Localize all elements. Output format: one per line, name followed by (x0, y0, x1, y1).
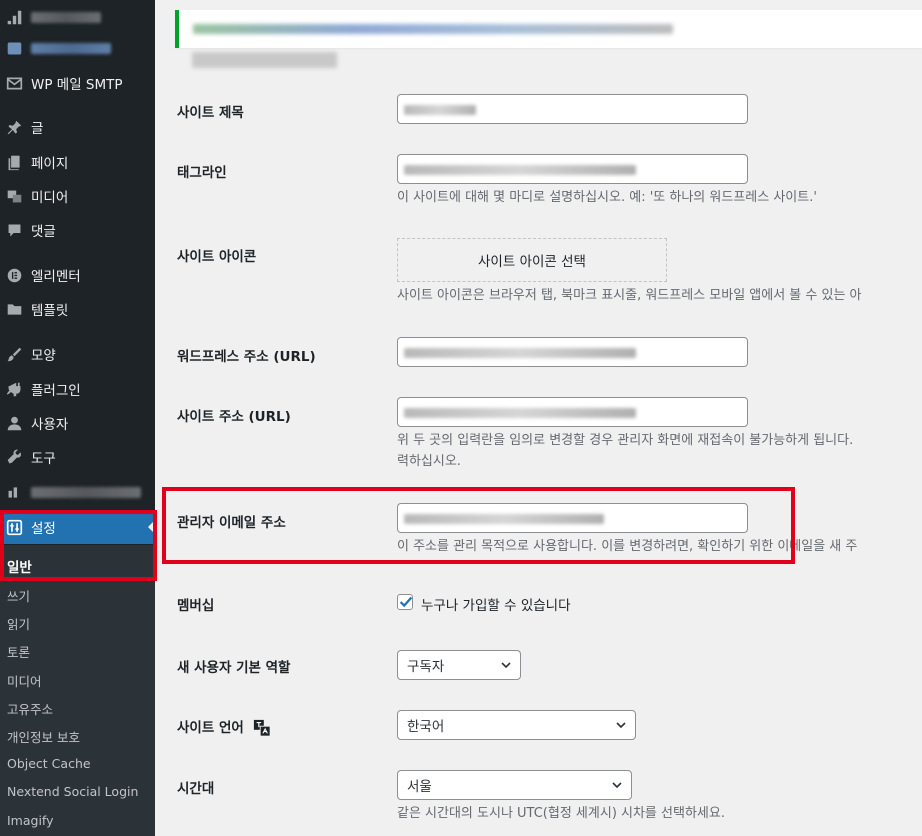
user-icon (5, 414, 23, 432)
sidebar-item-media[interactable]: 미디어 (0, 179, 155, 213)
sidebar-item-tools[interactable]: 도구 (0, 440, 155, 474)
admin-sidebar: WP 메일 SMTP 글 페이지 미디어 댓글 엘리멘터 템플릿 모양 플러그인… (0, 0, 155, 836)
comment-icon (5, 221, 23, 239)
chevron-down-icon (612, 782, 622, 789)
wordpress-url-label: 워드프레스 주소 (URL) (177, 349, 316, 365)
sidebar-item-wp-mail-smtp[interactable]: WP 메일 SMTP (0, 66, 155, 100)
tagline-description: 이 사이트에 대해 몇 마디로 설명하십시오. 예: '또 하나의 워드프레스 … (397, 190, 817, 205)
plugin-icon (5, 380, 23, 398)
site-title-label: 사이트 제목 (177, 105, 244, 121)
notice-text-blurred (193, 24, 673, 34)
chevron-down-icon (501, 662, 511, 669)
sidebar-item-templates[interactable]: 템플릿 (0, 292, 155, 326)
sidebar-item-elementor[interactable]: 엘리멘터 (0, 258, 155, 292)
sidebar-item-blurred-1[interactable] (0, 0, 155, 34)
sidebar-item-label: 글 (31, 121, 44, 137)
tagline-label: 태그라인 (177, 165, 227, 181)
folder-icon (5, 300, 23, 318)
admin-email-label: 관리자 이메일 주소 (177, 515, 286, 531)
settings-submenu: 일반 쓰기 읽기 토론 미디어 고유주소 개인정보 보호 Object Cach… (0, 545, 155, 836)
sidebar-item-label: 설정 (31, 521, 56, 537)
submenu-item-nextend-social-login[interactable]: Nextend Social Login (7, 784, 138, 799)
submenu-item-reading[interactable]: 읽기 (7, 614, 30, 633)
sidebar-item-label: 댓글 (31, 224, 56, 240)
submenu-item-object-cache[interactable]: Object Cache (7, 756, 91, 771)
timezone-label: 시간대 (177, 781, 215, 797)
site-language-label-text: 사이트 언어 (177, 720, 244, 736)
wrench-icon (5, 448, 23, 466)
sidebar-item-label: 도구 (31, 451, 56, 467)
site-language-label: 사이트 언어 (177, 716, 271, 737)
default-role-label: 새 사용자 기본 역할 (177, 660, 291, 676)
sidebar-item-pages[interactable]: 페이지 (0, 145, 155, 179)
dashboard-icon (5, 8, 23, 26)
chevron-down-icon (616, 722, 626, 729)
url-description-line-2: 력하십시오. (397, 454, 461, 469)
success-notice (175, 10, 922, 48)
site-url-label: 사이트 주소 (URL) (177, 409, 291, 425)
sidebar-item-label: 엘리멘터 (31, 269, 81, 285)
submenu-item-writing[interactable]: 쓰기 (7, 586, 30, 605)
settings-general-page: 사이트 제목 태그라인 이 사이트에 대해 몇 마디로 설명하십시오. 예: '… (155, 0, 922, 836)
sidebar-item-label: 사용자 (31, 417, 69, 433)
sidebar-item-settings[interactable]: 설정 (0, 510, 155, 544)
site-icon-label: 사이트 아이콘 (177, 249, 257, 265)
sidebar-item-blurred-2[interactable] (0, 31, 155, 65)
sidebar-item-label: 템플릿 (31, 303, 69, 319)
elementor-icon (5, 266, 23, 284)
sidebar-item-plugins[interactable]: 플러그인 (0, 372, 155, 406)
notice-subtext-blurred (192, 52, 337, 68)
submenu-item-general[interactable]: 일반 (7, 556, 32, 576)
tagline-input[interactable] (397, 154, 748, 184)
choose-site-icon-button[interactable]: 사이트 아이콘 선택 (397, 238, 667, 282)
sidebar-item-posts[interactable]: 글 (0, 110, 155, 144)
admin-email-input[interactable] (397, 503, 748, 533)
site-url-input[interactable] (397, 397, 748, 427)
wordpress-url-input[interactable] (397, 337, 748, 367)
site-language-value: 한국어 (407, 719, 445, 735)
media-icon (5, 187, 23, 205)
mail-icon (5, 74, 23, 92)
site-icon (5, 39, 23, 57)
sidebar-item-label: 모양 (31, 348, 56, 364)
pin-icon (5, 118, 23, 136)
admin-email-description: 이 주소를 관리 목적으로 사용합니다. 이를 변경하려면, 확인하기 위한 이… (397, 539, 858, 554)
timezone-select[interactable]: 서울 (397, 770, 632, 800)
submenu-item-privacy[interactable]: 개인정보 보호 (7, 727, 80, 746)
sidebar-item-users[interactable]: 사용자 (0, 406, 155, 440)
submenu-item-permalinks[interactable]: 고유주소 (7, 699, 53, 718)
timezone-value: 서울 (407, 779, 432, 795)
site-title-input[interactable] (397, 94, 748, 124)
timezone-description: 같은 시간대의 도시나 UTC(협정 세계시) 시차를 선택하세요. (397, 806, 725, 821)
blurred-plugin-icon (5, 483, 23, 501)
sidebar-item-appearance[interactable]: 모양 (0, 337, 155, 371)
sidebar-item-label: 플러그인 (31, 383, 81, 399)
checkmark-icon (399, 596, 413, 608)
sidebar-item-label: 페이지 (31, 156, 69, 172)
site-icon-description: 사이트 아이콘은 브라우저 탭, 북마크 표시줄, 워드프레스 모바일 앱에서 … (397, 288, 862, 303)
pages-icon (5, 153, 23, 171)
translation-icon (253, 719, 271, 737)
membership-label: 멤버십 (177, 598, 215, 614)
submenu-item-media[interactable]: 미디어 (7, 671, 42, 690)
site-language-select[interactable]: 한국어 (397, 710, 636, 740)
brush-icon (5, 345, 23, 363)
default-role-value: 구독자 (407, 659, 445, 675)
membership-checkbox-label[interactable]: 누구나 가입할 수 있습니다 (421, 594, 571, 614)
url-description-line-1: 위 두 곳의 입력란을 임의로 변경할 경우 관리자 화면에 재접속이 불가능하… (397, 433, 854, 448)
default-role-select[interactable]: 구독자 (397, 650, 521, 680)
submenu-item-discussion[interactable]: 토론 (7, 642, 30, 661)
membership-checkbox[interactable] (397, 594, 413, 610)
settings-icon (5, 518, 23, 536)
sidebar-item-label: WP 메일 SMTP (31, 77, 123, 93)
sidebar-item-label: 미디어 (31, 190, 69, 206)
submenu-item-imagify[interactable]: Imagify (7, 813, 54, 828)
sidebar-item-comments[interactable]: 댓글 (0, 213, 155, 247)
sidebar-item-blurred-3[interactable] (0, 475, 155, 509)
